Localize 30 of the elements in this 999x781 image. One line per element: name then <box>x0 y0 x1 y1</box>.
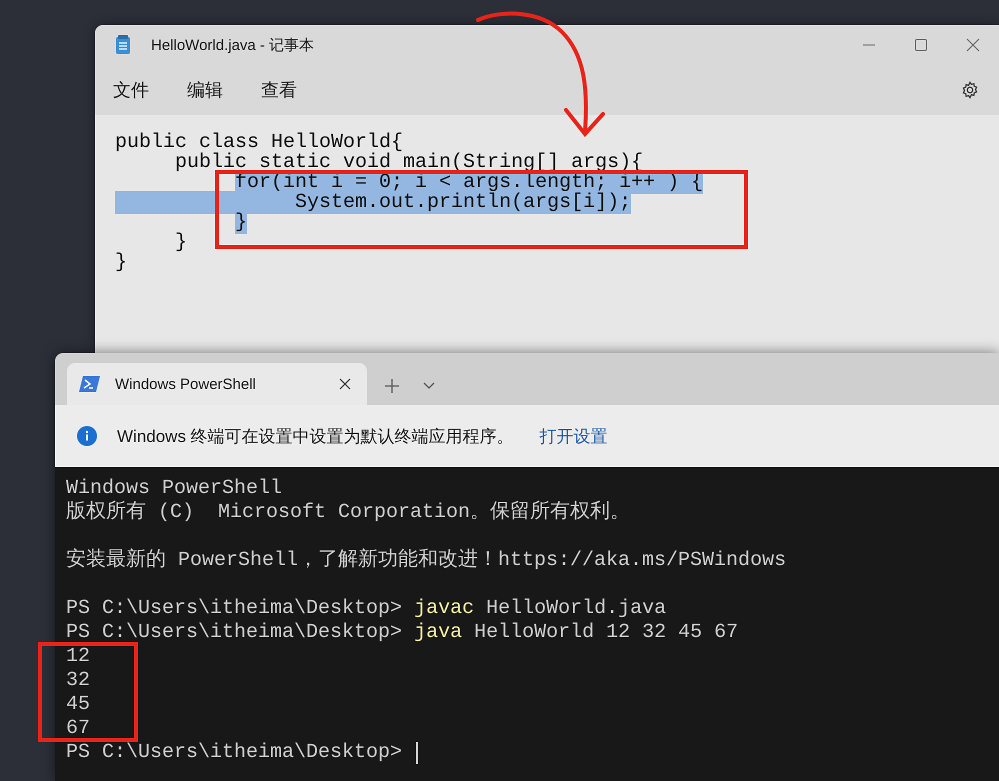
output-line: PS C:\Users\itheima\Desktop> java HelloWorld 12 32 45 67 <box>66 621 738 645</box>
menu-item[interactable]: 编辑 <box>181 74 229 106</box>
plus-icon[interactable] <box>385 379 399 393</box>
code-line: } <box>115 253 128 273</box>
output-line: 45 <box>66 693 90 717</box>
output-line: 安装最新的 PowerShell，了解新功能和改进！https://aka.ms/PSWindows <box>66 549 786 573</box>
code-line: public class HelloWorld{ <box>115 133 404 153</box>
menu-item[interactable]: 文件 <box>107 74 155 106</box>
output-line: 12 <box>66 645 90 669</box>
output-line: 67 <box>66 717 90 741</box>
terminal-tab[interactable]: Windows PowerShell <box>67 363 367 405</box>
output-line: 版权所有 (C) Microsoft Corporation。保留所有权利。 <box>66 501 630 525</box>
notepad-icon <box>115 35 131 55</box>
menu-item[interactable]: 查看 <box>255 74 303 106</box>
info-icon <box>77 426 97 446</box>
output-line: 32 <box>66 669 90 693</box>
info-message: Windows 终端可在设置中设置为默认终端应用程序。 <box>117 426 514 448</box>
output-line: Windows PowerShell <box>66 477 282 500</box>
prompt-line: PS C:\Users\itheima\Desktop> <box>66 741 404 765</box>
maximize-icon[interactable] <box>914 38 928 52</box>
chevron-down-icon[interactable] <box>423 382 435 390</box>
text-cursor <box>416 742 418 764</box>
close-icon[interactable] <box>339 378 351 390</box>
settings-icon[interactable] <box>961 81 979 99</box>
open-settings-link[interactable]: 打开设置 <box>540 424 608 448</box>
code-line: } <box>174 233 188 253</box>
window-title: HelloWorld.java - 记事本 <box>151 36 314 54</box>
powershell-icon <box>79 375 101 393</box>
output-line: PS C:\Users\itheima\Desktop> javac HelloWorld.java <box>66 597 666 621</box>
code-line: public static void main(String[] args){ <box>175 153 644 173</box>
